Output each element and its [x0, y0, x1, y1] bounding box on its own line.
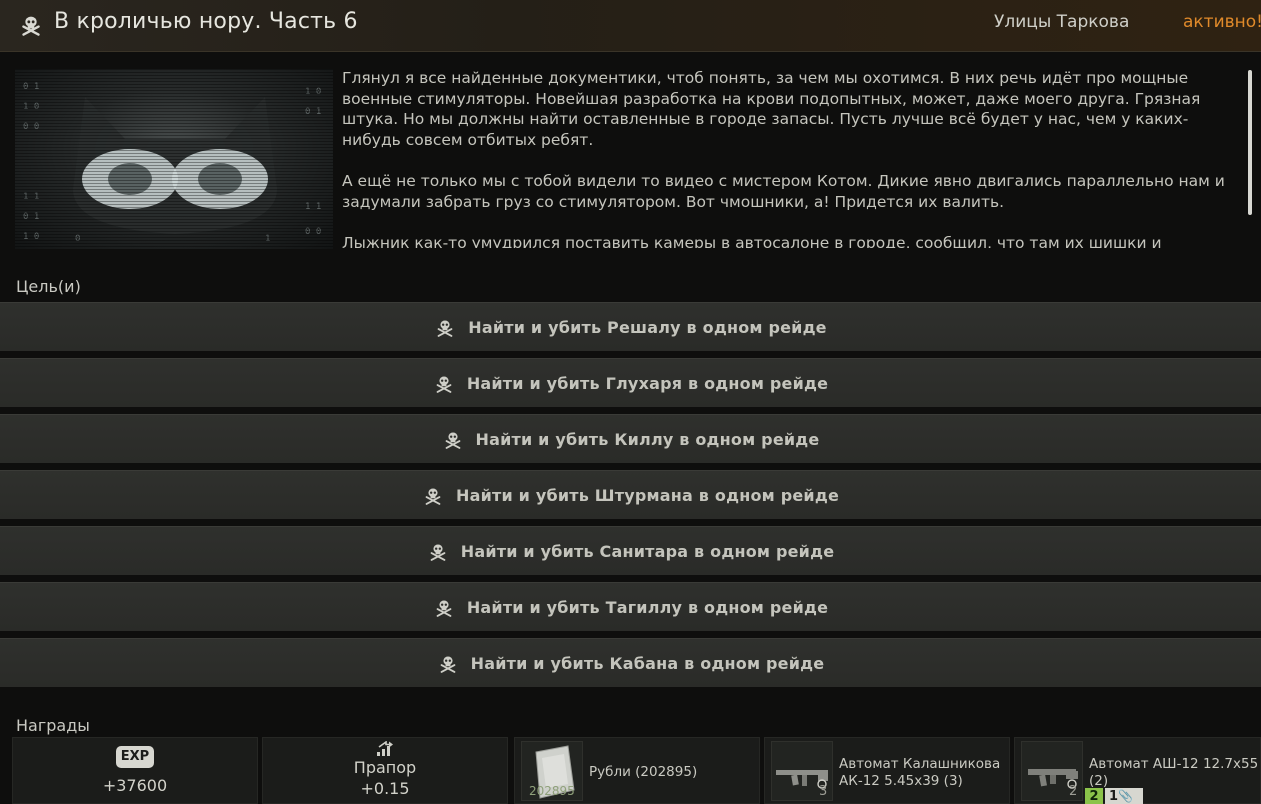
objective-text: Найти и убить Глухаря в одном рейде: [466, 373, 829, 393]
description-paragraph: Глянул я все найденные документики, чтоб…: [342, 69, 1201, 149]
skull-icon: [425, 488, 441, 505]
count-badge: 1📎: [1105, 788, 1143, 804]
reward-item-ash12[interactable]: 2 Автомат АШ-12 12.7x55 (2) 2 1📎: [1014, 737, 1261, 804]
objective-item[interactable]: Найти и убить Киллу в одном рейде: [0, 414, 1261, 463]
reward-item-ak12[interactable]: 3 Автомат Калашникова АК-12 5.45x39 (3): [764, 737, 1010, 804]
standing-up-icon: [377, 741, 393, 756]
quest-image: 0 11 00 0 1 10 11 0 1 00 11 1 0 010: [15, 69, 333, 249]
objective-text: Найти и убить Кабана в одном рейде: [470, 653, 825, 673]
standing-value: +0.15: [360, 779, 410, 798]
ammo-icon: 📎: [1118, 789, 1133, 803]
exp-value: +37600: [102, 776, 168, 795]
objective-text: Найти и убить Киллу в одном рейде: [475, 429, 820, 449]
objective-item[interactable]: Найти и убить Решалу в одном рейде: [0, 302, 1261, 351]
count-badge-value: 1: [1109, 789, 1119, 804]
skull-icon: [445, 432, 460, 449]
objective-text: Найти и убить Тагиллу в одном рейде: [466, 597, 829, 617]
reward-standing[interactable]: Прапор +0.15: [262, 737, 508, 804]
item-name-line1: Автомат АШ-12 12.7x55: [1089, 756, 1259, 772]
money-amount: 202895: [529, 784, 575, 798]
quest-description[interactable]: Глянул я все найденные документики, чтоб…: [342, 68, 1237, 248]
objective-item[interactable]: Найти и убить Штурмана в одном рейде: [0, 470, 1261, 519]
objective-item[interactable]: Найти и убить Тагиллу в одном рейде: [0, 582, 1261, 631]
objective-item[interactable]: Найти и убить Санитара в одном рейде: [0, 526, 1261, 575]
description-scrollbar[interactable]: [1248, 70, 1252, 215]
quest-status: активно!: [1183, 12, 1261, 32]
objective-text: Найти и убить Решалу в одном рейде: [468, 317, 827, 337]
skull-icon: [437, 320, 453, 337]
objective-text: Найти и убить Санитара в одном рейде: [460, 541, 835, 561]
reward-exp[interactable]: EXP +37600: [12, 737, 258, 804]
skull-icon: [440, 656, 456, 673]
item-name-line1: Автомат Калашникова: [839, 756, 1001, 772]
objective-text: Найти и убить Штурмана в одном рейде: [455, 485, 840, 505]
objectives-label: Цель(и): [16, 277, 81, 296]
description-paragraph: А ещё не только мы с тобой видели то вид…: [342, 171, 1225, 211]
rewards-label: Награды: [16, 716, 90, 735]
money-name: Рубли (202895): [589, 764, 698, 780]
reward-money[interactable]: 202895 Рубли (202895): [514, 737, 760, 804]
item-qty: 3: [819, 784, 828, 799]
quest-location: Улицы Таркова: [994, 12, 1130, 32]
description-paragraph: Лыжник как-то умудрился поставить камеры…: [342, 233, 1162, 248]
skull-icon: [436, 600, 452, 617]
skull-icon: [430, 544, 446, 561]
skull-icon: [436, 376, 452, 393]
found-badge: 2: [1085, 788, 1103, 804]
objective-item[interactable]: Найти и убить Кабана в одном рейде: [0, 638, 1261, 687]
item-name-line2: АК-12 5.45x39 (3): [839, 773, 963, 789]
exp-badge-icon: EXP: [116, 746, 154, 768]
quest-title: В кроличью нору. Часть 6: [54, 9, 358, 34]
item-qty: 2: [1069, 784, 1078, 799]
rewards-list: EXP +37600 Прапор +0.15 202895 Рубли (20…: [0, 737, 1261, 804]
quest-header: В кроличью нору. Часть 6 Улицы Таркова а…: [0, 0, 1261, 52]
standing-trader: Прапор: [353, 758, 417, 777]
skull-icon: [22, 16, 40, 36]
objective-item[interactable]: Найти и убить Глухаря в одном рейде: [0, 358, 1261, 407]
